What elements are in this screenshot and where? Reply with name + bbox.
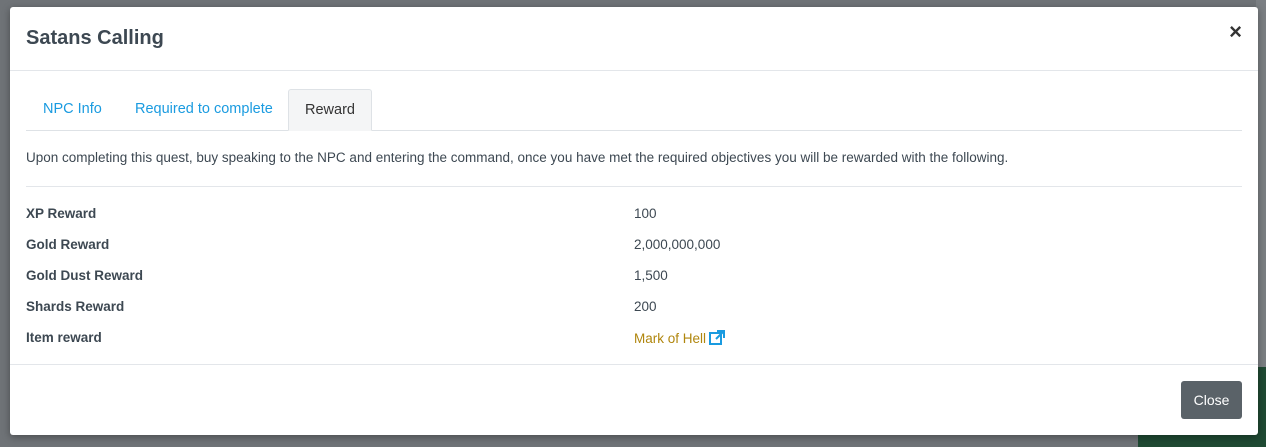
tab-bar: NPC Info Required to complete Reward [26, 89, 1242, 131]
divider [26, 186, 1242, 187]
close-button[interactable]: Close [1181, 381, 1242, 419]
reward-label: Item reward [26, 330, 102, 345]
external-link-icon[interactable] [709, 330, 726, 348]
footer-divider [10, 364, 1258, 365]
reward-row-xp: XP Reward 100 [26, 206, 1242, 226]
reward-row-gold-dust: Gold Dust Reward 1,500 [26, 268, 1242, 288]
reward-description: Upon completing this quest, buy speaking… [26, 150, 1009, 165]
modal-title: Satans Calling [26, 27, 164, 49]
reward-value: Mark of Hell [634, 330, 726, 348]
reward-value: 2,000,000,000 [634, 237, 721, 252]
reward-label: Gold Reward [26, 237, 110, 252]
tab-reward[interactable]: Reward [288, 89, 372, 131]
reward-label: Gold Dust Reward [26, 268, 144, 283]
reward-row-shards: Shards Reward 200 [26, 299, 1242, 319]
modal-header: Satans Calling × [10, 7, 1258, 71]
quest-modal: Satans Calling × NPC Info Required to co… [10, 7, 1258, 435]
reward-value: 100 [634, 206, 657, 221]
reward-value: 200 [634, 299, 657, 314]
tab-required-to-complete[interactable]: Required to complete [135, 89, 273, 129]
reward-label: Shards Reward [26, 299, 125, 314]
reward-row-item: Item reward Mark of Hell [26, 330, 1242, 350]
tab-npc-info[interactable]: NPC Info [43, 89, 102, 129]
reward-row-gold: Gold Reward 2,000,000,000 [26, 237, 1242, 257]
reward-label: XP Reward [26, 206, 97, 221]
close-icon[interactable]: × [1229, 21, 1242, 43]
reward-value: 1,500 [634, 268, 668, 283]
item-link[interactable]: Mark of Hell [634, 331, 706, 346]
